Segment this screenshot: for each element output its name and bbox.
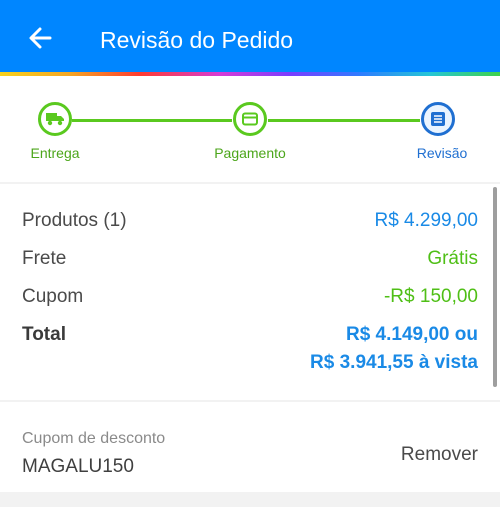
step-revisao[interactable] bbox=[421, 102, 455, 136]
app-bar: Revisão do Pedido bbox=[0, 0, 500, 72]
step-entrega[interactable] bbox=[38, 102, 72, 136]
total-value: R$ 4.149,00 ou R$ 3.941,55 à vista bbox=[310, 324, 478, 374]
shipping-label: Frete bbox=[22, 248, 67, 269]
summary-row-products: Produtos (1) R$ 4.299,00 bbox=[22, 210, 478, 236]
total-installment: R$ 4.149,00 ou bbox=[345, 324, 478, 345]
checkout-stepper: Entrega Pagamento Revisão bbox=[0, 76, 500, 182]
products-value: R$ 4.299,00 bbox=[374, 210, 478, 231]
coupon-label: Cupom bbox=[22, 286, 84, 307]
total-cash: R$ 3.941,55 à vista bbox=[310, 352, 478, 373]
summary-row-total: Total R$ 4.149,00 ou R$ 3.941,55 à vista bbox=[22, 324, 478, 380]
scrollbar[interactable] bbox=[493, 187, 497, 387]
shipping-value: Grátis bbox=[427, 248, 478, 269]
total-label: Total bbox=[22, 324, 66, 345]
order-summary: Produtos (1) R$ 4.299,00 Frete Grátis Cu… bbox=[0, 184, 500, 400]
summary-row-shipping: Frete Grátis bbox=[22, 248, 478, 274]
discount-code: MAGALU150 bbox=[22, 456, 134, 477]
step-label-entrega: Entrega bbox=[30, 145, 80, 161]
products-label: Produtos (1) bbox=[22, 210, 127, 231]
page-title: Revisão do Pedido bbox=[100, 27, 294, 53]
step-connector bbox=[72, 119, 232, 122]
discount-coupon-card: Cupom de desconto MAGALU150 Remover bbox=[0, 402, 500, 492]
step-pagamento[interactable] bbox=[233, 102, 267, 136]
remove-coupon-button[interactable]: Remover bbox=[401, 444, 478, 466]
coupon-value: -R$ 150,00 bbox=[383, 286, 478, 307]
discount-label: Cupom de desconto bbox=[22, 430, 166, 447]
summary-row-coupon: Cupom -R$ 150,00 bbox=[22, 286, 478, 312]
step-label-pagamento: Pagamento bbox=[214, 145, 286, 161]
arrow-back-icon[interactable] bbox=[24, 22, 56, 54]
step-label-revisao: Revisão bbox=[416, 145, 468, 161]
step-connector bbox=[268, 119, 420, 122]
